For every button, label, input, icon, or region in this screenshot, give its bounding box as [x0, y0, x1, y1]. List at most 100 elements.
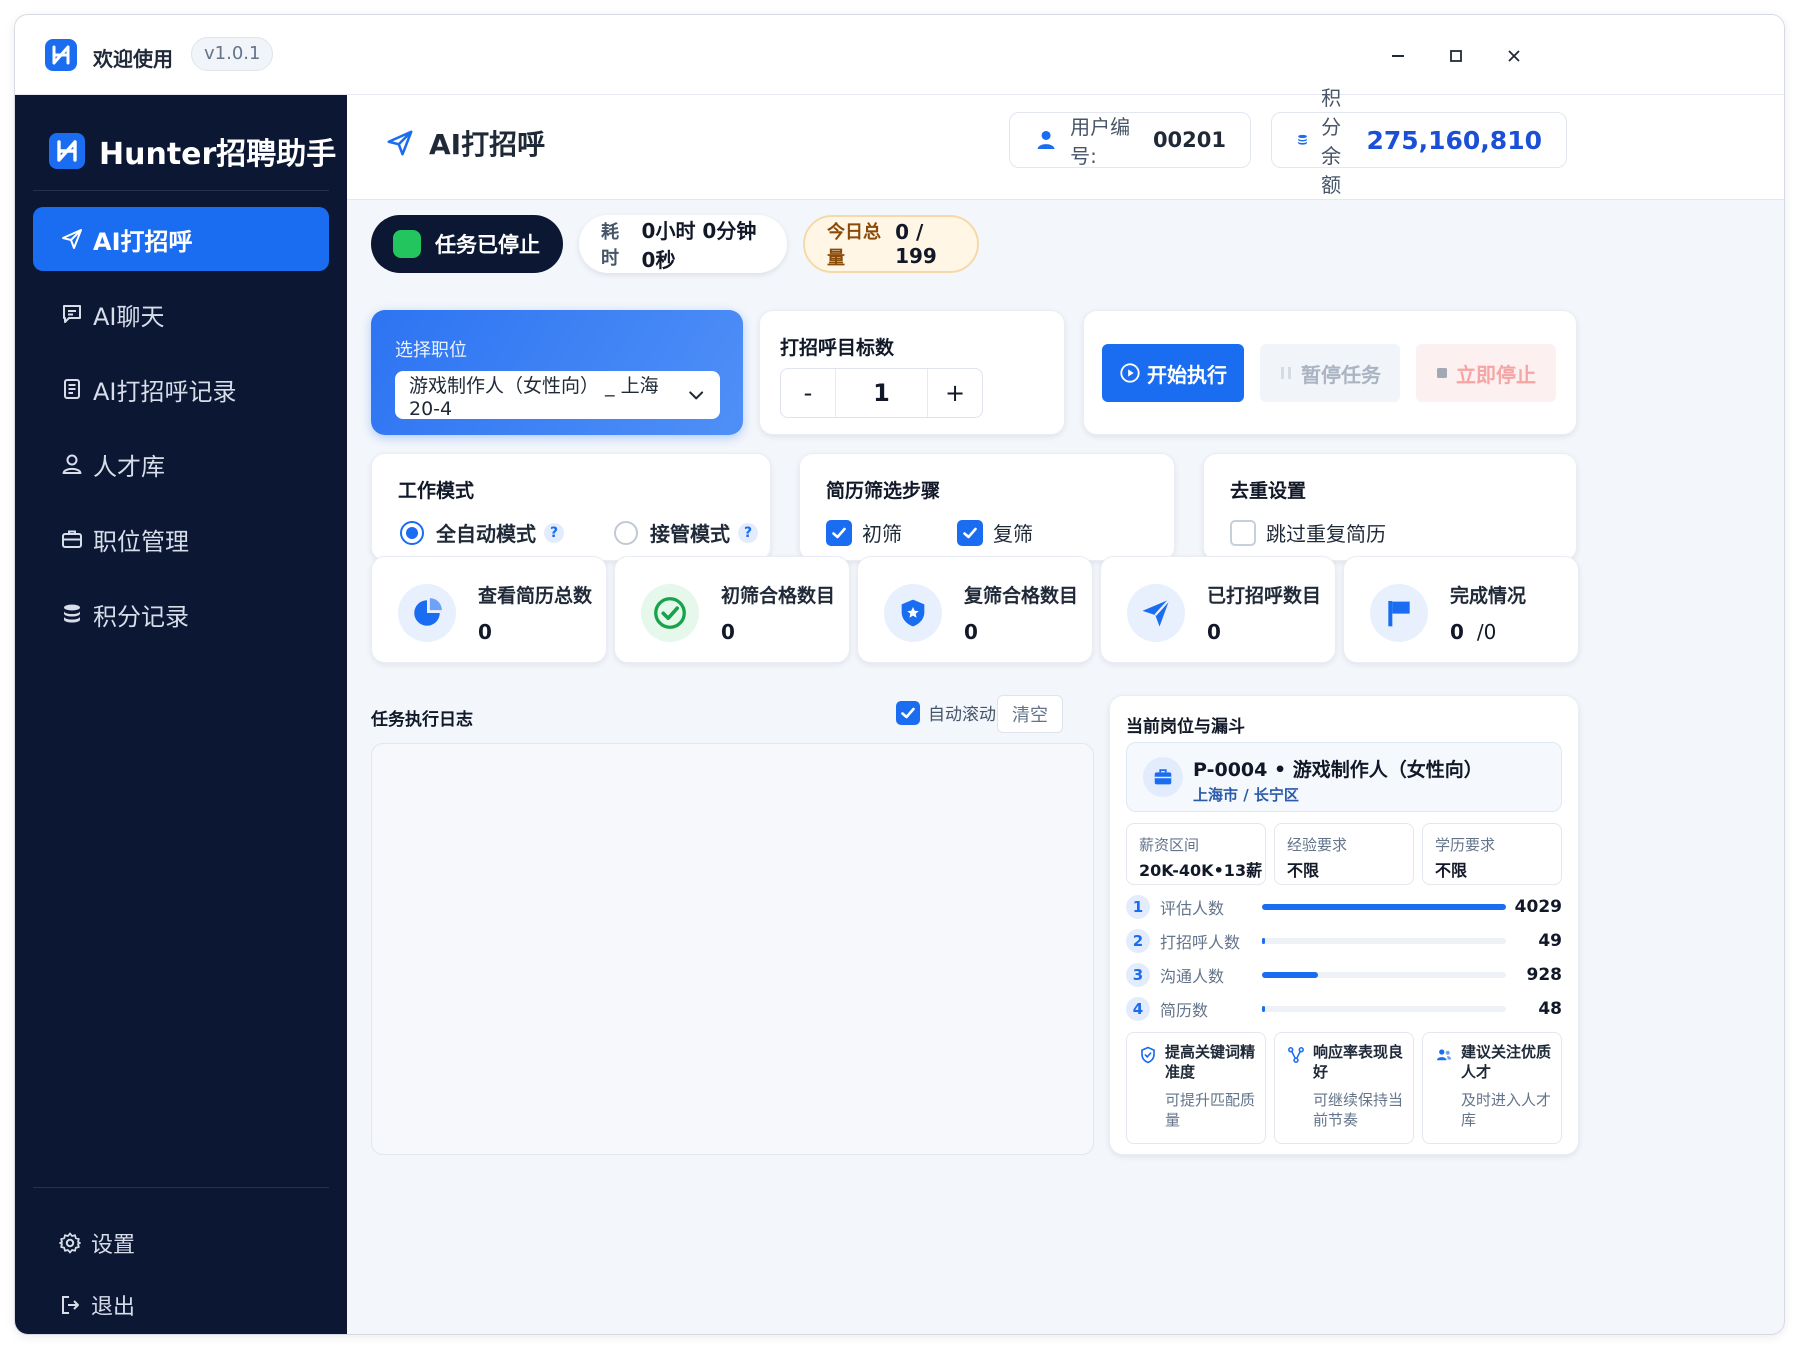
radio-takeover-mode[interactable]: 接管模式 ?	[614, 518, 758, 547]
funnel-step-label: 评估人数	[1160, 899, 1225, 918]
help-icon[interactable]: ?	[738, 522, 758, 543]
radio-auto-mode[interactable]: 全自动模式 ?	[400, 518, 564, 547]
today-total-pill: 今日总量 0 / 199	[803, 215, 979, 273]
check-circle-icon	[641, 584, 699, 642]
send-icon	[1127, 584, 1185, 642]
stat-label: 初筛合格数目	[721, 585, 836, 607]
tip-card: 提高关键词精准度 可提升匹配质量	[1126, 1032, 1266, 1144]
funnel-step-number: 1	[1126, 895, 1150, 919]
checkbox-autoscroll[interactable]: 自动滚动	[896, 700, 996, 725]
minimize-button[interactable]	[1383, 41, 1413, 71]
maximize-button[interactable]	[1441, 41, 1471, 71]
funnel-step-number: 4	[1126, 997, 1150, 1021]
version-badge: v1.0.1	[191, 37, 274, 71]
main-content: AI打招呼 用户编号: 00201 积分余额 275,160,810 任务已停止…	[347, 86, 1784, 1334]
send-icon	[387, 130, 413, 156]
stat-label: 已打招呼数目	[1207, 585, 1322, 607]
current-job-box: P-0004 • 游戏制作人（女性向） 上海市 / 长宁区	[1126, 742, 1562, 812]
funnel-step-value: 928	[1526, 965, 1563, 985]
funnel-step-value: 49	[1538, 931, 1562, 951]
status-indicator-icon	[393, 230, 421, 258]
start-button[interactable]: 开始执行	[1102, 344, 1244, 402]
sidebar-item-label: 积分记录	[93, 602, 189, 631]
share-node-icon	[1288, 1047, 1304, 1063]
dedupe-settings-card: 去重设置 跳过重复简历	[1203, 453, 1577, 561]
work-mode-card: 工作模式 全自动模式 ? 接管模式 ?	[371, 453, 771, 561]
tip-description: 可提升匹配质量	[1165, 1091, 1256, 1129]
divider	[33, 190, 329, 191]
title-bar: 欢迎使用 v1.0.1	[15, 15, 1784, 95]
points-label: 积分余额	[1321, 86, 1342, 197]
log-output-area[interactable]	[371, 743, 1094, 1155]
sidebar-item-talent-pool[interactable]: 人才库	[33, 432, 329, 496]
funnel-step-value: 48	[1538, 999, 1562, 1019]
user-id-label: 用户编号:	[1070, 115, 1131, 168]
funnel-step-number: 3	[1126, 963, 1150, 987]
funnel-step-label: 沟通人数	[1160, 967, 1225, 986]
requirement-experience: 经验要求 不限	[1274, 823, 1414, 885]
settings-label: 设置	[91, 1233, 136, 1258]
funnel-row: 4 简历数 48	[1126, 996, 1562, 1022]
completion-done: 0	[1450, 620, 1464, 644]
user-icon	[1037, 130, 1055, 150]
sidebar-item-label: 人才库	[93, 452, 165, 481]
checkbox-skip-duplicates[interactable]: 跳过重复简历	[1230, 518, 1386, 547]
funnel-progress-fill	[1262, 1006, 1265, 1012]
shield-check-icon	[1141, 1046, 1155, 1064]
gear-icon	[57, 1230, 83, 1256]
sidebar-item-greeting-records[interactable]: AI打招呼记录	[33, 357, 329, 421]
decrement-button[interactable]: -	[781, 369, 835, 417]
task-status-pill: 任务已停止	[371, 215, 563, 273]
work-mode-title: 工作模式	[398, 480, 475, 502]
sidebar-item-position-management[interactable]: 职位管理	[33, 507, 329, 571]
sidebar-item-points-records[interactable]: 积分记录	[33, 582, 329, 646]
funnel-progress-track	[1262, 1006, 1506, 1012]
brand-logo-icon	[49, 133, 85, 169]
maximize-icon	[1450, 50, 1462, 62]
logout-button[interactable]: 退出	[33, 1275, 329, 1334]
checkbox-second-screen[interactable]: 复筛	[957, 518, 1033, 547]
checkbox-first-screen[interactable]: 初筛	[826, 518, 902, 547]
job-title: P-0004 • 游戏制作人（女性向）	[1193, 759, 1483, 781]
help-icon[interactable]: ?	[544, 522, 564, 543]
checkbox-checked-icon	[896, 700, 920, 725]
app-window: 欢迎使用 v1.0.1 Hunter招聘助手 AI打招呼 AI聊天 AI打招呼记…	[14, 14, 1785, 1335]
checkbox-checked-icon	[826, 519, 852, 546]
flag-icon	[1370, 584, 1428, 642]
sidebar-item-ai-greeting[interactable]: AI打招呼	[33, 207, 329, 271]
screening-title: 简历筛选步骤	[826, 480, 941, 502]
tip-description: 可继续保持当前节奏	[1313, 1091, 1404, 1129]
start-label: 开始执行	[1147, 362, 1227, 387]
settings-button[interactable]: 设置	[33, 1213, 329, 1273]
document-icon	[59, 376, 85, 402]
first-screen-label: 初筛	[862, 522, 902, 546]
minimize-icon	[1392, 55, 1404, 57]
close-button[interactable]	[1499, 41, 1529, 71]
target-count-value[interactable]: 1	[835, 369, 928, 417]
elapsed-label: 耗时	[601, 222, 619, 269]
stat-value: 0	[964, 620, 978, 644]
window-title: 欢迎使用	[93, 47, 173, 71]
briefcase-icon	[1143, 757, 1183, 797]
database-icon	[59, 601, 85, 627]
sidebar-item-ai-chat[interactable]: AI聊天	[33, 282, 329, 346]
clear-log-button[interactable]: 清空	[997, 695, 1063, 733]
pause-label: 暂停任务	[1301, 362, 1381, 387]
points-value: 275,160,810	[1366, 125, 1542, 155]
stat-value: 0	[478, 620, 492, 644]
stop-button[interactable]: 立即停止	[1416, 344, 1556, 402]
requirement-value: 20K-40K•13薪	[1139, 861, 1263, 880]
points-balance-card: 积分余额 275,160,810	[1271, 86, 1567, 197]
funnel-step-label: 简历数	[1160, 1001, 1209, 1020]
sidebar-item-label: AI打招呼记录	[93, 377, 237, 406]
position-dropdown[interactable]: 游戏制作人（女性向） _ 上海 20-4	[395, 371, 720, 420]
user-id-card: 用户编号: 00201	[1009, 112, 1251, 168]
increment-button[interactable]: +	[928, 369, 982, 417]
funnel-progress-fill	[1262, 904, 1506, 910]
stat-label: 查看简历总数	[478, 585, 593, 607]
auto-mode-label: 全自动模式	[436, 522, 536, 546]
stat-value: 0 /0	[1450, 620, 1496, 644]
position-select-card: 选择职位 游戏制作人（女性向） _ 上海 20-4	[371, 310, 743, 435]
autoscroll-label: 自动滚动	[928, 705, 996, 725]
pause-button[interactable]: 暂停任务	[1260, 344, 1400, 402]
